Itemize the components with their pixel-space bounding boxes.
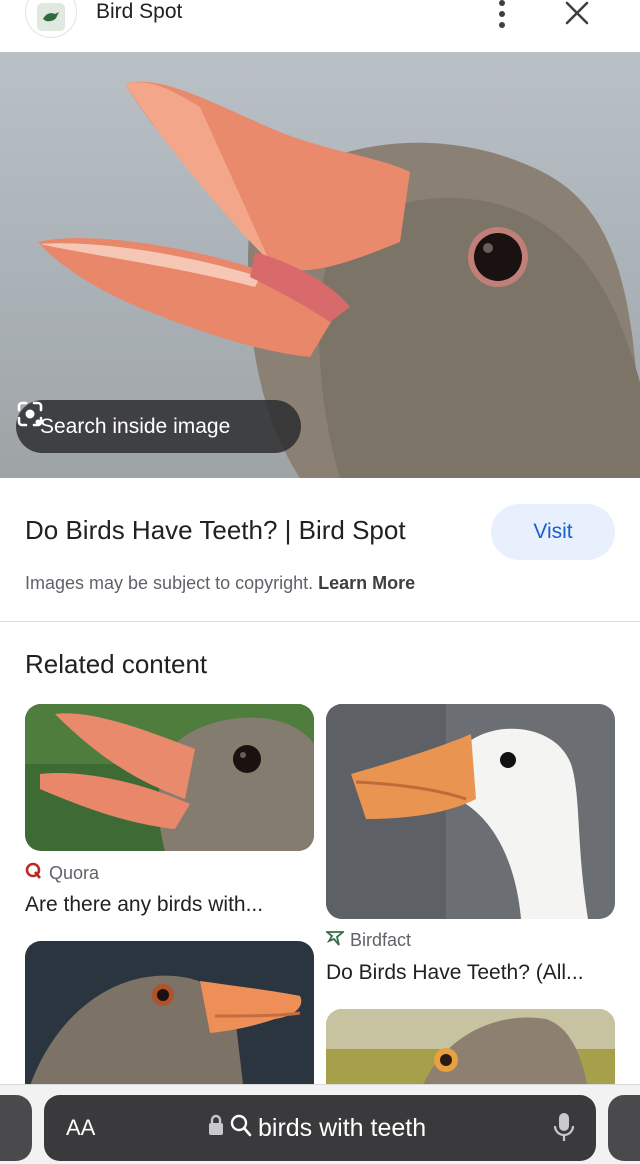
reader-settings-button[interactable]: AA [66,1115,95,1141]
browser-bottom-bar: AA birds with teeth [0,1084,640,1164]
bird-spot-logo-icon[interactable] [25,0,77,38]
related-image-birdfact[interactable] [326,704,615,919]
search-icon [230,1113,252,1144]
source-label: Quora [49,863,100,883]
related-content-heading: Related content [25,649,208,679]
related-title-quora[interactable]: Are there any birds with... [25,893,263,917]
source-birdfact[interactable]: Birdfact [324,930,412,951]
source-label: Birdfact [350,930,412,950]
related-image-3[interactable] [25,941,314,1101]
quora-icon [25,862,43,885]
related-title-birdfact[interactable]: Do Birds Have Teeth? (All... [326,961,584,985]
search-inside-image-button[interactable]: Search inside image [16,400,301,453]
source-quora[interactable]: Quora [25,862,99,885]
more-vert-icon[interactable] [492,0,512,28]
section-divider [0,621,640,622]
copyright-notice: Images may be subject to copyright. Lear… [25,573,415,594]
url-query-text: birds with teeth [258,1114,427,1142]
address-bar[interactable]: AA birds with teeth [44,1095,596,1161]
learn-more-link[interactable]: Learn More [318,573,415,593]
previous-tab[interactable] [0,1095,32,1161]
site-header: Bird Spot [0,0,640,52]
lock-icon [208,1114,224,1143]
related-image-quora[interactable] [25,704,314,851]
visit-button[interactable]: Visit [491,504,615,560]
site-name[interactable]: Bird Spot [96,0,182,24]
search-inside-image-label: Search inside image [40,414,231,438]
url-display[interactable]: birds with teeth [208,1113,426,1144]
next-tab[interactable] [608,1095,640,1161]
hero-image[interactable]: Search inside image [0,52,640,478]
copyright-text: Images may be subject to copyright. [25,573,314,593]
close-icon[interactable] [562,0,592,28]
result-title[interactable]: Do Birds Have Teeth? | Bird Spot [25,515,406,546]
birdfact-icon [324,930,346,951]
microphone-icon[interactable] [552,1111,576,1145]
